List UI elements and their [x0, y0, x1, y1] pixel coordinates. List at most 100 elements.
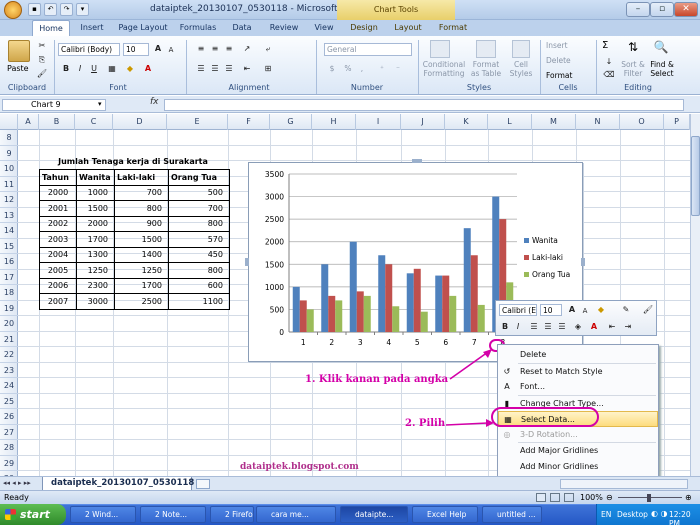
bar[interactable] [420, 311, 428, 332]
table-cell[interactable]: 1000 [76, 184, 115, 201]
x-tick-label[interactable]: 2 [329, 338, 334, 347]
table-cell[interactable]: 2300 [76, 277, 115, 294]
table-cell[interactable]: 450 [168, 246, 230, 263]
row-header[interactable]: 8 [0, 130, 18, 146]
bar[interactable] [299, 300, 307, 332]
qat-customize-icon[interactable]: ▾ [76, 3, 89, 16]
insert-cells-button[interactable]: Insert [546, 41, 568, 50]
save-icon[interactable]: ▪ [28, 3, 41, 16]
bar[interactable] [470, 255, 478, 332]
bar[interactable] [435, 275, 443, 332]
zoom-level[interactable]: 100% [580, 493, 603, 502]
taskbar-item[interactable]: 2 Wind... [70, 506, 136, 523]
table-cell[interactable]: 2001 [39, 200, 77, 217]
cell-styles-button[interactable]: Cell Styles [505, 60, 537, 78]
column-header[interactable]: C [75, 114, 113, 130]
insert-sheet-icon[interactable] [196, 479, 210, 489]
table-cell[interactable]: 700 [114, 184, 169, 201]
bar[interactable] [406, 273, 414, 332]
table-cell[interactable]: 2000 [39, 184, 77, 201]
minimize-button[interactable]: – [626, 2, 650, 17]
row-header[interactable]: 26 [0, 409, 18, 425]
row-header[interactable]: 12 [0, 192, 18, 208]
formula-input[interactable] [164, 99, 684, 111]
table-cell[interactable]: 600 [168, 277, 230, 294]
vertical-scrollbar[interactable] [690, 114, 700, 476]
mini-fill-icon[interactable]: ◆ [595, 304, 607, 316]
row-header[interactable]: 28 [0, 440, 18, 456]
normal-view-icon[interactable] [536, 493, 546, 502]
taskbar-item[interactable]: untitled ... [482, 506, 542, 523]
office-button-icon[interactable] [4, 1, 22, 19]
fill-color-icon[interactable]: ◆ [124, 63, 136, 75]
table-cell[interactable]: 3000 [76, 293, 115, 310]
decrease-decimal-icon[interactable]: ⁻ [392, 63, 404, 75]
tab-review[interactable]: Review [264, 20, 304, 36]
table-header[interactable]: Wanita [76, 169, 115, 186]
legend-swatch[interactable] [524, 238, 529, 243]
column-header[interactable]: G [270, 114, 312, 130]
column-header[interactable]: N [576, 114, 620, 130]
taskbar-item[interactable]: Excel Help [412, 506, 478, 523]
bar[interactable] [292, 286, 300, 332]
increase-decimal-icon[interactable]: ⁺ [376, 63, 388, 75]
row-header[interactable]: 21 [0, 332, 18, 347]
column-header[interactable]: D [113, 114, 167, 130]
menu-item-3-d-rotation[interactable]: ◎ 3-D Rotation... [498, 427, 658, 443]
taskbar-item[interactable]: 2 Note... [140, 506, 206, 523]
zoom-in-icon[interactable]: ⊕ [685, 493, 692, 502]
chart-resize-handle-top[interactable] [412, 159, 422, 163]
merge-center-icon[interactable]: ⊞ [262, 63, 274, 75]
mini-grow-font-button[interactable]: A [566, 304, 578, 316]
copy-icon[interactable]: ⎘ [36, 54, 48, 66]
align-right-icon[interactable]: ☰ [223, 63, 235, 75]
align-top-icon[interactable]: ≡ [195, 43, 207, 55]
tab-insert[interactable]: Insert [74, 20, 110, 36]
maximize-button[interactable]: ▫ [650, 2, 674, 17]
y-tick-label[interactable]: 3000 [265, 193, 284, 202]
table-header[interactable]: Orang Tua [168, 169, 230, 186]
close-button[interactable]: ✕ [674, 2, 698, 17]
bar[interactable] [378, 255, 386, 332]
italic-button[interactable]: I [74, 63, 86, 75]
column-header[interactable]: L [488, 114, 532, 130]
table-cell[interactable]: 800 [114, 200, 169, 217]
mini-font-color-button[interactable]: A [588, 321, 600, 333]
y-tick-label[interactable]: 1500 [265, 260, 284, 269]
orientation-icon[interactable]: ↗ [241, 43, 253, 55]
y-tick-label[interactable]: 0 [279, 328, 284, 337]
row-header[interactable]: 10 [0, 161, 18, 177]
table-cell[interactable]: 700 [168, 200, 230, 217]
bar[interactable] [477, 304, 485, 332]
font-size-box[interactable]: 10 [123, 43, 149, 56]
column-header[interactable]: A [18, 114, 39, 130]
bar[interactable] [335, 300, 343, 332]
bar[interactable] [321, 264, 329, 332]
column-header[interactable]: K [445, 114, 488, 130]
legend-entry[interactable]: Orang Tua [532, 270, 570, 279]
row-header[interactable]: 18 [0, 285, 18, 301]
row-header[interactable]: 25 [0, 394, 18, 409]
chart-resize-handle-left[interactable] [245, 258, 249, 266]
format-painter-icon[interactable]: 🖌 [36, 68, 48, 80]
row-header[interactable]: 9 [0, 146, 18, 161]
bar[interactable] [356, 291, 364, 332]
column-header[interactable]: I [356, 114, 401, 130]
chart-resize-handle-right[interactable] [581, 258, 585, 266]
table-cell[interactable]: 800 [168, 262, 230, 279]
y-tick-label[interactable]: 2500 [265, 215, 284, 224]
percent-button[interactable]: % [342, 63, 354, 75]
tab-format[interactable]: Format [432, 20, 474, 36]
taskbar-item[interactable]: 2 Firefox [210, 506, 254, 523]
zoom-slider-thumb[interactable] [647, 494, 651, 502]
taskbar-item[interactable]: dataipte... [340, 506, 408, 523]
row-header[interactable]: 16 [0, 254, 18, 270]
row-header[interactable]: 20 [0, 316, 18, 332]
align-left-icon[interactable]: ☰ [195, 63, 207, 75]
start-button[interactable]: start [0, 504, 66, 525]
name-box[interactable]: Chart 9 [2, 99, 106, 111]
format-as-table-button[interactable]: Format as Table [468, 60, 504, 78]
y-tick-label[interactable]: 1000 [265, 283, 284, 292]
row-header[interactable]: 11 [0, 177, 18, 192]
align-center-icon[interactable]: ☰ [209, 63, 221, 75]
